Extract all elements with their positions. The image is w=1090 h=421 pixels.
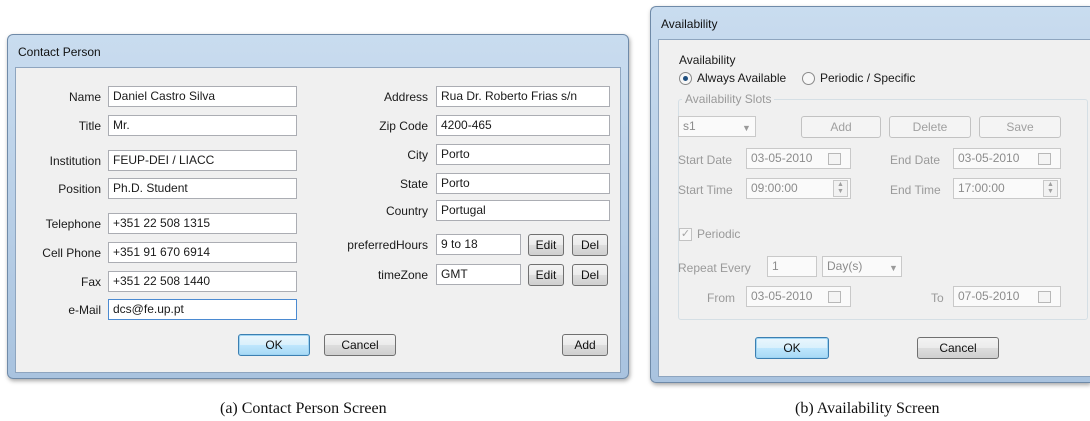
chevron-down-icon: ▼ — [889, 263, 898, 273]
periodic-specific-label[interactable]: Periodic / Specific — [820, 71, 915, 85]
name-field[interactable]: Daniel Castro Silva — [108, 86, 297, 107]
always-available-radio[interactable] — [679, 72, 692, 85]
timezone-edit-button[interactable]: Edit — [528, 264, 564, 286]
availability-section-label: Availability — [679, 53, 736, 67]
title-label: Title — [78, 119, 101, 133]
availability-window: Availability Availability Always Availab… — [650, 6, 1090, 383]
zip-code-field[interactable]: 4200-465 — [436, 115, 610, 136]
timezone-field[interactable]: GMT — [436, 264, 521, 285]
add-slot-button[interactable]: Add — [801, 116, 881, 138]
title-field[interactable]: Mr. — [108, 115, 297, 136]
save-slot-button[interactable]: Save — [979, 116, 1061, 138]
city-label: City — [407, 148, 428, 162]
spinner-arrows-icon[interactable]: ▲ ▼ — [833, 180, 848, 197]
always-available-label[interactable]: Always Available — [697, 71, 786, 85]
start-date-label: Start Date — [678, 153, 733, 167]
timezone-label: timeZone — [377, 268, 428, 282]
country-field[interactable]: Portugal — [436, 200, 610, 221]
address-field[interactable]: Rua Dr. Roberto Frias s/n — [436, 86, 610, 107]
window-title: Contact Person — [18, 45, 101, 59]
timezone-del-button[interactable]: Del — [572, 264, 608, 286]
email-field[interactable]: dcs@fe.up.pt — [108, 299, 297, 320]
window-title: Availability — [661, 17, 718, 31]
fax-field[interactable]: +351 22 508 1440 — [108, 271, 297, 292]
contact-form: Name Daniel Castro Silva Title Mr. Insti… — [15, 67, 621, 373]
radio-dot — [683, 76, 688, 81]
periodic-checkbox[interactable]: ✓ — [679, 228, 692, 241]
end-time-label: End Time — [890, 183, 941, 197]
fax-label: Fax — [80, 275, 101, 289]
calendar-icon[interactable] — [828, 153, 841, 165]
cell-phone-field[interactable]: +351 91 670 6914 — [108, 242, 297, 263]
country-label: Country — [385, 204, 428, 218]
preferred-hours-field[interactable]: 9 to 18 — [436, 234, 521, 255]
availability-slots-title: Availability Slots — [682, 92, 775, 106]
calendar-icon[interactable] — [1038, 291, 1051, 303]
name-label: Name — [68, 90, 101, 104]
telephone-field[interactable]: +351 22 508 1315 — [108, 213, 297, 234]
periodic-specific-radio[interactable] — [802, 72, 815, 85]
position-label: Position — [58, 182, 101, 196]
add-button[interactable]: Add — [562, 334, 608, 356]
ok-button[interactable]: OK — [755, 337, 829, 359]
repeat-count-field[interactable]: 1 — [767, 256, 817, 277]
end-date-label: End Date — [890, 153, 941, 167]
ok-button[interactable]: OK — [238, 334, 310, 356]
position-field[interactable]: Ph.D. Student — [108, 178, 297, 199]
spinner-arrows-icon[interactable]: ▲ ▼ — [1043, 180, 1058, 197]
preferred-hours-del-button[interactable]: Del — [572, 234, 608, 256]
periodic-label[interactable]: Periodic — [697, 227, 740, 241]
cancel-button[interactable]: Cancel — [324, 334, 396, 356]
delete-slot-button[interactable]: Delete — [889, 116, 971, 138]
caption-a: (a) Contact Person Screen — [220, 400, 387, 417]
address-label: Address — [383, 90, 428, 104]
zip-code-label: Zip Code — [379, 119, 428, 133]
preferred-hours-edit-button[interactable]: Edit — [528, 234, 564, 256]
state-label: State — [399, 177, 428, 191]
email-label: e-Mail — [68, 303, 101, 317]
cell-phone-label: Cell Phone — [42, 246, 101, 260]
institution-field[interactable]: FEUP-DEI / LIACC — [108, 150, 297, 171]
telephone-label: Telephone — [45, 217, 101, 231]
start-time-label: Start Time — [678, 183, 733, 197]
contact-person-window: Contact Person Name Daniel Castro Silva … — [7, 34, 629, 379]
chevron-down-icon: ▼ — [742, 123, 751, 133]
availability-form: Availability Always Available Periodic /… — [658, 39, 1090, 377]
caption-b: (b) Availability Screen — [795, 400, 940, 417]
city-field[interactable]: Porto — [436, 144, 610, 165]
cancel-button[interactable]: Cancel — [917, 337, 999, 359]
to-label: To — [931, 291, 944, 305]
from-label: From — [707, 291, 735, 305]
calendar-icon[interactable] — [1038, 153, 1051, 165]
calendar-icon[interactable] — [828, 291, 841, 303]
institution-label: Institution — [49, 154, 101, 168]
state-field[interactable]: Porto — [436, 173, 610, 194]
preferred-hours-label: preferredHours — [347, 238, 428, 252]
repeat-every-label: Repeat Every — [678, 261, 751, 275]
